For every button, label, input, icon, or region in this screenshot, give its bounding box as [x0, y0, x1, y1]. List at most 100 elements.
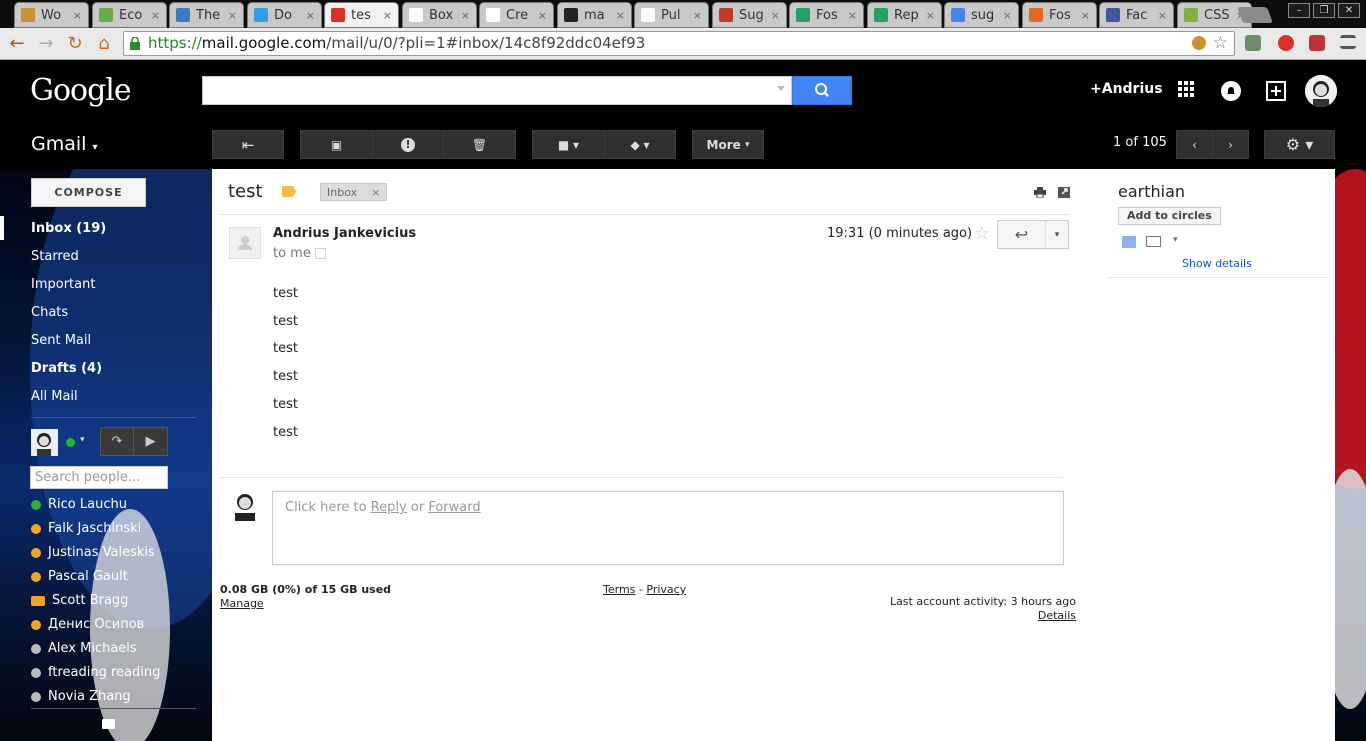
reload-icon[interactable]: ↻: [64, 33, 86, 55]
tab-close-icon[interactable]: ×: [848, 9, 857, 22]
contact-item[interactable]: Novia Zhang: [31, 689, 131, 704]
bookmark-star-icon[interactable]: ☆: [1213, 32, 1228, 55]
share-plus-icon[interactable]: [1266, 81, 1286, 101]
search-people-input[interactable]: Search people...: [30, 466, 168, 489]
report-spam-button[interactable]: !: [372, 130, 444, 159]
hangouts-chat-icon[interactable]: [102, 719, 115, 729]
tab-close-icon[interactable]: ×: [1081, 9, 1090, 22]
archive-button[interactable]: ▣: [300, 130, 373, 159]
show-details-link[interactable]: Show details: [1182, 257, 1252, 270]
chat-self-avatar[interactable]: [31, 429, 58, 456]
terms-link[interactable]: Terms: [603, 583, 635, 596]
quick-reply-box[interactable]: Click here to Reply or Forward: [272, 491, 1064, 565]
search-input[interactable]: [202, 76, 792, 105]
print-icon[interactable]: [1034, 187, 1046, 198]
browser-tab[interactable]: Fos ×: [789, 2, 864, 28]
older-button[interactable]: ›: [1212, 130, 1249, 159]
window-minimize-button[interactable]: –: [1288, 3, 1310, 18]
contact-item[interactable]: ftreading reading: [31, 665, 160, 680]
sender-avatar[interactable]: [229, 227, 261, 259]
contact-item[interactable]: Rico Lauchu: [31, 497, 127, 512]
tab-close-icon[interactable]: ×: [538, 9, 547, 22]
tab-close-icon[interactable]: ×: [461, 9, 470, 22]
reply-link[interactable]: Reply: [371, 500, 407, 515]
extension-puzzle-icon[interactable]: [1245, 35, 1261, 51]
window-close-button[interactable]: ✕: [1338, 3, 1360, 18]
apps-grid-icon[interactable]: [1178, 81, 1194, 97]
browser-tab[interactable]: Rep ×: [867, 2, 942, 28]
back-to-inbox-button[interactable]: ⇤: [212, 130, 284, 159]
sidebar-item-all-mail[interactable]: All Mail: [31, 389, 78, 404]
settings-button[interactable]: ⚙ ▾: [1264, 130, 1335, 159]
tab-close-icon[interactable]: ×: [1003, 9, 1012, 22]
browser-tab[interactable]: Cre ×: [479, 2, 554, 28]
menu-icon[interactable]: [1340, 35, 1356, 49]
chevron-down-icon[interactable]: ▾: [1173, 235, 1178, 245]
contact-item[interactable]: Justinas Valeskis: [31, 545, 155, 560]
email-envelope-icon[interactable]: [1146, 236, 1161, 247]
sidebar-item-drafts[interactable]: Drafts (4): [31, 361, 102, 376]
extension-shield-icon[interactable]: [1278, 35, 1294, 51]
video-call-button[interactable]: ▶: [133, 427, 168, 456]
forward-icon[interactable]: →: [35, 33, 57, 55]
window-maximize-button[interactable]: ❐: [1313, 3, 1335, 18]
tab-close-icon[interactable]: ×: [1158, 9, 1167, 22]
browser-tab[interactable]: Eco ×: [92, 2, 167, 28]
browser-tab[interactable]: Fos ×: [1022, 2, 1097, 28]
new-tab-button[interactable]: [1237, 7, 1273, 23]
browser-tab[interactable]: tes ×: [324, 2, 399, 28]
address-bar[interactable]: https://mail.google.com/mail/u/0/?pli=1#…: [123, 31, 1235, 56]
activity-details-link[interactable]: Details: [1038, 609, 1076, 622]
compose-button[interactable]: COMPOSE: [31, 178, 146, 207]
newer-button[interactable]: ‹: [1176, 130, 1213, 159]
star-icon[interactable]: ☆: [974, 223, 990, 244]
forward-link[interactable]: Forward: [428, 500, 480, 515]
more-button[interactable]: More ▾: [692, 130, 764, 159]
label-chip-inbox[interactable]: Inbox ×: [320, 183, 388, 201]
important-marker-icon[interactable]: [282, 186, 296, 197]
tab-close-icon[interactable]: ×: [926, 9, 935, 22]
browser-tab[interactable]: The ×: [169, 2, 244, 28]
browser-tab[interactable]: Sug ×: [712, 2, 787, 28]
add-chat-icon[interactable]: [1122, 236, 1136, 248]
browser-tab[interactable]: Wo ×: [14, 2, 89, 28]
account-avatar[interactable]: [1305, 75, 1337, 107]
tab-close-icon[interactable]: ×: [73, 9, 82, 22]
extension-download-icon[interactable]: [1309, 35, 1325, 51]
search-options-dropdown-icon[interactable]: [777, 86, 785, 91]
browser-tab[interactable]: ma ×: [557, 2, 632, 28]
contact-item[interactable]: Денис Осипов: [31, 617, 144, 632]
google-plus-user-link[interactable]: +Andrius: [1090, 81, 1163, 97]
gmail-app-switcher[interactable]: Gmail ▾: [31, 133, 98, 155]
contact-item[interactable]: Alex Michaels: [31, 641, 137, 656]
contact-item[interactable]: Falk Jaschinski: [31, 521, 141, 536]
labels-button[interactable]: ◆ ▾: [604, 130, 676, 159]
contact-item[interactable]: Scott Bragg: [31, 593, 128, 608]
sidebar-item-starred[interactable]: Starred: [31, 249, 79, 264]
browser-tab[interactable]: Pul ×: [634, 2, 709, 28]
google-logo[interactable]: Google: [30, 73, 132, 108]
reply-button[interactable]: ↩: [998, 221, 1046, 248]
chat-status-dot[interactable]: [66, 438, 75, 447]
home-icon[interactable]: ⌂: [93, 33, 115, 55]
add-to-circles-button[interactable]: Add to circles: [1118, 207, 1221, 225]
back-icon[interactable]: ←: [6, 33, 28, 55]
manage-storage-link[interactable]: Manage: [220, 597, 264, 610]
tab-close-icon[interactable]: ×: [693, 9, 702, 22]
cookie-icon[interactable]: [1192, 36, 1206, 50]
browser-tab[interactable]: Box ×: [402, 2, 477, 28]
call-phone-button[interactable]: ↷: [100, 427, 134, 456]
new-window-icon[interactable]: [1058, 187, 1070, 198]
tab-close-icon[interactable]: ×: [383, 9, 392, 22]
more-actions-button[interactable]: ▾: [1046, 221, 1068, 248]
tab-close-icon[interactable]: ×: [151, 9, 160, 22]
move-to-button[interactable]: ■ ▾: [532, 130, 605, 159]
privacy-link[interactable]: Privacy: [646, 583, 686, 596]
sender-name[interactable]: Andrius Jankevicius: [273, 226, 416, 241]
sidebar-item-chats[interactable]: Chats: [31, 305, 68, 320]
notifications-bell-icon[interactable]: [1221, 81, 1241, 101]
tab-close-icon[interactable]: ×: [771, 9, 780, 22]
show-details-dropdown-icon[interactable]: [314, 248, 326, 259]
tab-close-icon[interactable]: ×: [228, 9, 237, 22]
tab-close-icon[interactable]: ×: [306, 9, 315, 22]
